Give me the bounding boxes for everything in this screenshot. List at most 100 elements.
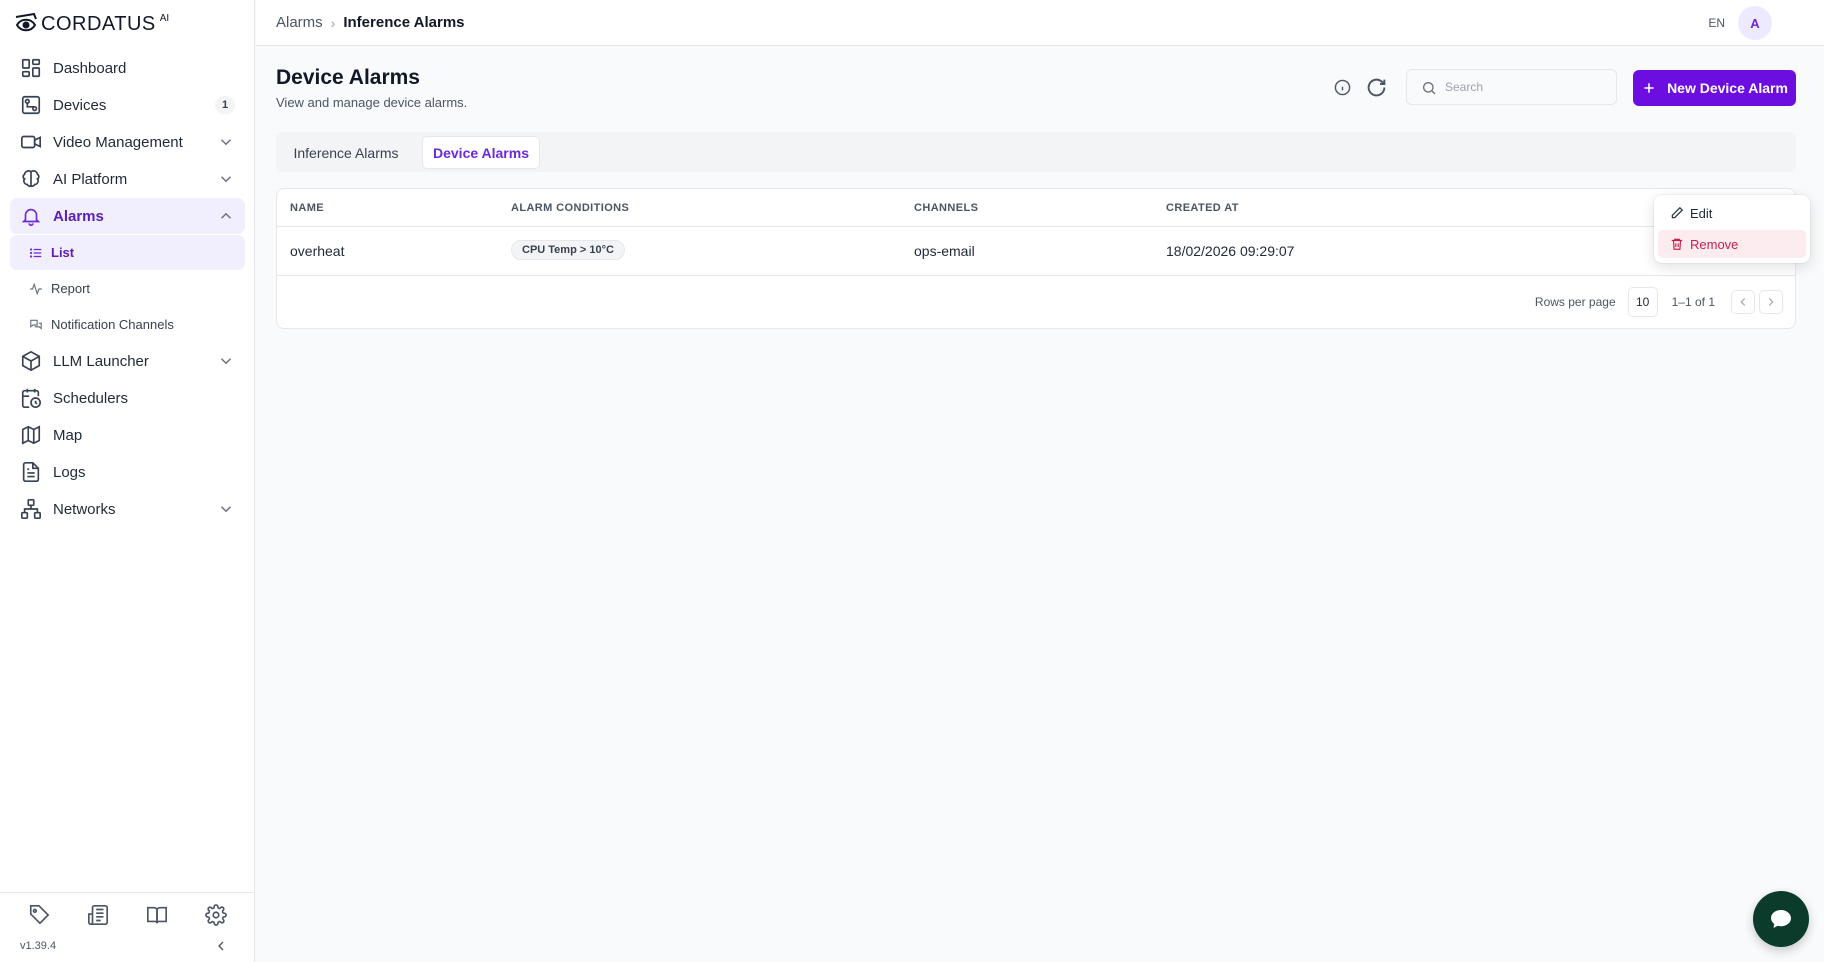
- file-text-icon: [22, 462, 40, 482]
- remove-menu-item[interactable]: Remove: [1658, 230, 1806, 258]
- sidebar-item-schedulers[interactable]: Schedulers: [10, 380, 245, 416]
- sidebar-subitem-label: Notification Channels: [51, 317, 174, 332]
- sidebar-footer-icons: [28, 904, 227, 926]
- cordatus-eye-icon: [15, 13, 37, 32]
- sidebar-item-dashboard[interactable]: Dashboard: [10, 50, 245, 86]
- sidebar-item-label: Schedulers: [53, 389, 129, 407]
- page-subtitle: View and manage device alarms.: [276, 95, 468, 110]
- table-row[interactable]: overheat CPU Temp > 10°C ops-email 18/02…: [277, 227, 1795, 276]
- chevron-down-icon: [220, 176, 232, 183]
- dashboard-icon: [21, 58, 41, 78]
- breadcrumb: Alarms › Inference Alarms: [276, 14, 465, 31]
- chevron-left-icon[interactable]: [213, 938, 229, 954]
- search-box: [1406, 69, 1617, 105]
- column-header-name[interactable]: NAME: [290, 202, 324, 214]
- brand-logo[interactable]: CORDATUS AI: [14, 10, 169, 38]
- remove-label: Remove: [1690, 236, 1739, 252]
- search-input[interactable]: [1445, 70, 1610, 104]
- chevron-right-icon: [1768, 298, 1774, 306]
- page-title: Device Alarms: [276, 66, 420, 89]
- alarm-type-tabs: Inference Alarms Device Alarms: [276, 132, 1796, 172]
- chat-support-button[interactable]: [1753, 891, 1809, 947]
- calendar-clock-icon: [21, 388, 41, 408]
- package-icon: [21, 350, 41, 372]
- newspaper-icon[interactable]: [87, 904, 109, 926]
- row-created-at: 18/02/2026 09:29:07: [1166, 243, 1295, 259]
- sidebar-subitem-report[interactable]: Report: [10, 271, 245, 306]
- next-page-button[interactable]: [1759, 290, 1783, 314]
- sidebar-item-label: Video Management: [53, 133, 183, 151]
- refresh-icon[interactable]: [1366, 77, 1387, 98]
- pagination: Rows per page 10 1–1 of 1: [1535, 287, 1783, 317]
- sidebar-item-label: AI Platform: [53, 170, 128, 188]
- new-device-alarm-button[interactable]: New Device Alarm: [1633, 70, 1796, 106]
- search-icon: [1423, 82, 1436, 95]
- edit-label: Edit: [1690, 205, 1713, 221]
- list-icon: [29, 247, 42, 258]
- sidebar-item-map[interactable]: Map: [10, 417, 245, 453]
- devices-count-badge: 1: [215, 96, 235, 114]
- chevron-up-icon: [220, 212, 232, 219]
- row-channels: ops-email: [914, 243, 975, 259]
- tab-device-alarms[interactable]: Device Alarms: [422, 136, 540, 169]
- chat-icon: [30, 319, 42, 330]
- sidebar-subitem-notification-channels[interactable]: Notification Channels: [10, 307, 245, 342]
- info-icon[interactable]: [1334, 79, 1351, 96]
- brand-name: CORDATUS: [41, 12, 156, 35]
- sidebar: CORDATUS AI Dashboard Devices 1 Video Man…: [0, 0, 255, 962]
- sidebar-item-llm-launcher[interactable]: LLM Launcher: [10, 343, 245, 379]
- column-header-alarm-conditions[interactable]: ALARM CONDITIONS: [511, 202, 629, 214]
- column-header-created-at[interactable]: CREATED AT: [1166, 202, 1239, 214]
- device-alarms-table: NAME ALARM CONDITIONS CHANNELS CREATED A…: [276, 188, 1796, 329]
- chevron-left-icon: [1740, 298, 1746, 306]
- app-version: v1.39.4: [20, 940, 57, 952]
- gear-icon[interactable]: [205, 904, 227, 926]
- sidebar-subitem-label: Report: [51, 281, 91, 296]
- activity-icon: [30, 282, 42, 295]
- language-switcher[interactable]: EN: [1708, 16, 1725, 30]
- chevron-down-icon: [220, 358, 232, 365]
- pagination-range: 1–1 of 1: [1671, 295, 1715, 309]
- sidebar-item-label: LLM Launcher: [53, 352, 149, 370]
- sidebar-nav: Dashboard Devices 1 Video Management AI …: [10, 50, 245, 528]
- tag-icon[interactable]: [28, 904, 50, 926]
- book-icon[interactable]: [146, 904, 168, 926]
- sidebar-subitem-label: List: [51, 245, 75, 260]
- sidebar-subitem-list[interactable]: List: [10, 235, 245, 270]
- sidebar-item-alarms[interactable]: Alarms: [10, 198, 245, 234]
- edit-menu-item[interactable]: Edit: [1658, 199, 1806, 227]
- map-icon: [21, 425, 41, 445]
- breadcrumb-current: Inference Alarms: [343, 14, 465, 31]
- sidebar-item-label: Logs: [53, 463, 86, 481]
- sidebar-item-logs[interactable]: Logs: [10, 454, 245, 490]
- sidebar-item-video-management[interactable]: Video Management: [10, 124, 245, 160]
- trash-icon: [1671, 238, 1683, 250]
- devices-icon: [21, 95, 41, 115]
- sidebar-footer: v1.39.4: [0, 892, 255, 962]
- network-icon: [21, 499, 41, 519]
- sidebar-item-networks[interactable]: Networks: [10, 491, 245, 527]
- brand-suffix: AI: [159, 12, 170, 24]
- tab-inference-alarms[interactable]: Inference Alarms: [280, 136, 412, 169]
- sidebar-item-label: Dashboard: [53, 59, 127, 77]
- sidebar-item-devices[interactable]: Devices 1: [10, 87, 245, 123]
- chevron-down-icon: [220, 139, 232, 146]
- alarm-condition-chip: CPU Temp > 10°C: [511, 240, 625, 260]
- plus-icon: [1644, 83, 1654, 93]
- rows-per-page-select[interactable]: 10: [1627, 287, 1658, 317]
- sidebar-item-label: Devices: [53, 96, 107, 114]
- previous-page-button[interactable]: [1731, 290, 1755, 314]
- column-header-channels[interactable]: CHANNELS: [914, 202, 978, 214]
- sidebar-item-label: Alarms: [53, 207, 104, 225]
- pencil-icon: [1671, 206, 1684, 219]
- sidebar-item-label: Networks: [53, 500, 116, 518]
- avatar[interactable]: A: [1738, 6, 1772, 40]
- sidebar-item-ai-platform[interactable]: AI Platform: [10, 161, 245, 197]
- rows-per-page-label: Rows per page: [1534, 295, 1616, 309]
- top-header: Alarms › Inference Alarms EN A: [256, 0, 1824, 46]
- chat-bubble-icon: [1771, 910, 1791, 928]
- row-actions-menu: Edit Remove: [1654, 195, 1810, 263]
- table-header: NAME ALARM CONDITIONS CHANNELS CREATED A…: [277, 189, 1795, 227]
- sidebar-item-label: Map: [53, 426, 83, 444]
- breadcrumb-alarms[interactable]: Alarms: [276, 14, 323, 31]
